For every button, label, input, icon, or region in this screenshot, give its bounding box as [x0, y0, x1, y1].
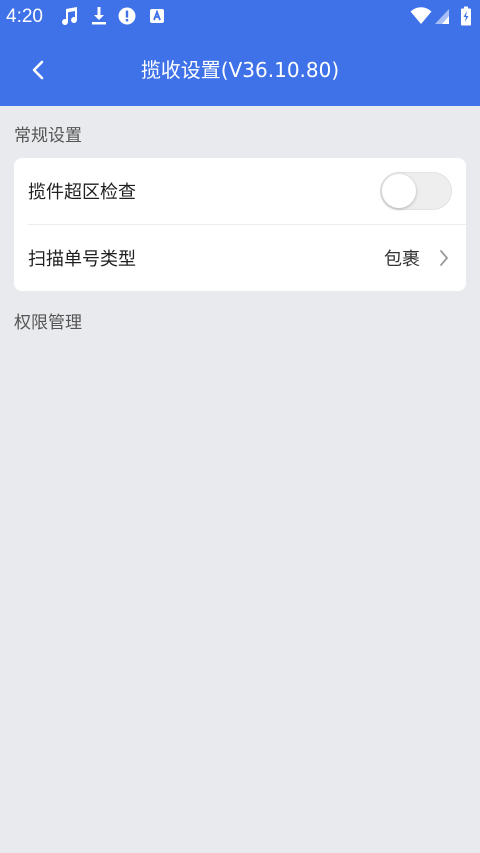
settings-row-out-of-zone-check: 揽件超区检查 — [14, 158, 466, 224]
alert-icon — [117, 6, 137, 26]
wifi-icon — [409, 6, 433, 26]
row-label: 扫描单号类型 — [28, 249, 136, 270]
status-time: 4:20 — [6, 6, 43, 27]
a-badge-icon — [148, 6, 166, 26]
page-title: 揽收设置(V36.10.80) — [140, 58, 340, 82]
general-settings-card: 揽件超区检查 扫描单号类型 包裹 — [14, 158, 466, 291]
chevron-left-icon — [32, 60, 44, 80]
out-of-zone-check-toggle[interactable] — [380, 172, 452, 210]
scan-type-value: 包裹 — [384, 249, 420, 270]
status-bar: 4:20 — [0, 0, 480, 34]
back-button[interactable] — [16, 48, 60, 92]
signal-icon — [433, 6, 451, 26]
section-label-general: 常规设置 — [14, 126, 82, 146]
download-icon — [89, 6, 109, 26]
music-note-icon — [58, 6, 80, 26]
header: 4:20 揽收设置(V36.10.80) — [0, 0, 480, 106]
section-label-permissions: 权限管理 — [14, 313, 82, 333]
app-bar: 揽收设置(V36.10.80) — [0, 34, 480, 106]
settings-row-scan-number-type[interactable]: 扫描单号类型 包裹 — [14, 225, 466, 291]
row-label: 揽件超区检查 — [28, 182, 136, 203]
toggle-knob — [382, 174, 416, 208]
battery-icon — [459, 6, 473, 26]
chevron-right-icon — [436, 248, 452, 268]
